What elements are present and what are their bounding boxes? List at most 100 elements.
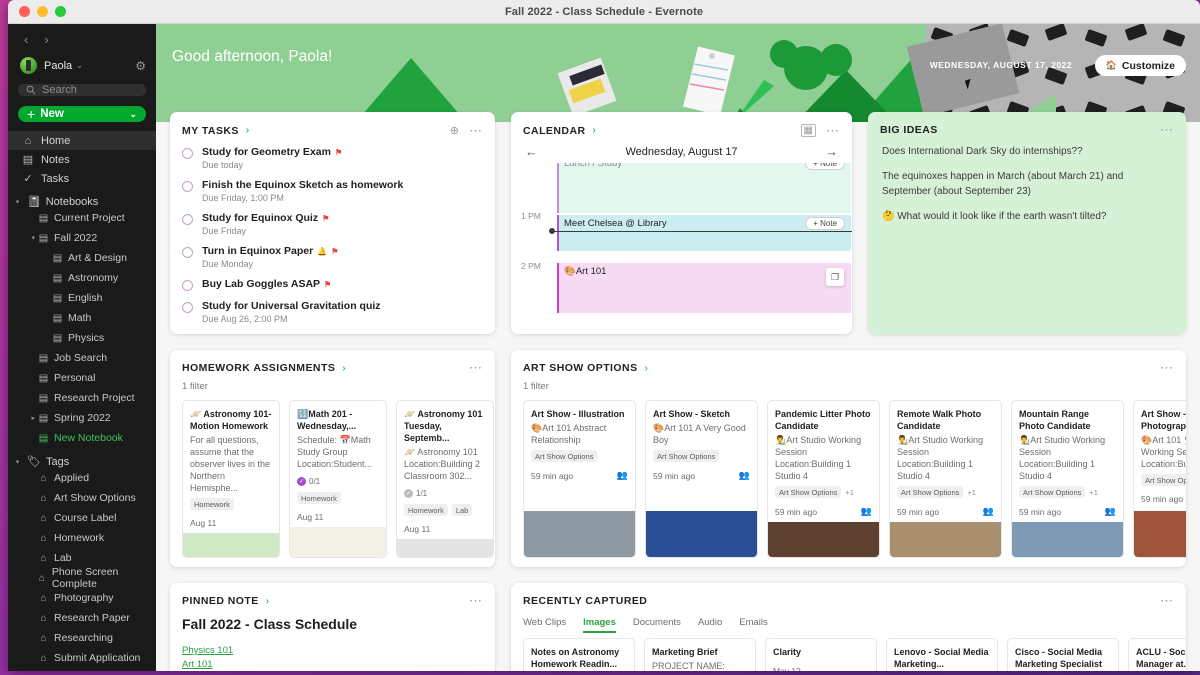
- note-card[interactable]: ACLU - Social Media Manager at...Apply N…: [1128, 638, 1186, 671]
- chevron-right-icon[interactable]: ›: [342, 363, 345, 374]
- note-card[interactable]: Cisco - Social Media Marketing Specialis…: [1007, 638, 1119, 671]
- task-row[interactable]: Finish the Equinox Sketch as homework Due…: [182, 179, 483, 203]
- sidebar-notebook-item[interactable]: ▤ Astronomy: [8, 268, 156, 288]
- note-tag[interactable]: Homework: [297, 492, 341, 504]
- calendar-event[interactable]: Lunch / Study + Note: [557, 163, 851, 213]
- task-check-icon[interactable]: ⊕: [450, 124, 459, 137]
- triangle-icon[interactable]: ▾: [24, 234, 35, 242]
- task-row[interactable]: Study for Geometry Exam ⚑ Due today: [182, 146, 483, 170]
- task-checkbox[interactable]: [182, 214, 193, 225]
- note-tag[interactable]: Lab: [451, 504, 473, 516]
- sidebar-item-home[interactable]: ⌂ Home: [8, 131, 156, 150]
- next-day-button[interactable]: →: [825, 144, 838, 159]
- note-card[interactable]: 🪐 Astronomy 101-Motion Homework For all q…: [182, 400, 280, 558]
- chevron-right-icon[interactable]: ›: [246, 125, 249, 136]
- sidebar-notebook-item[interactable]: ▤ Art & Design: [8, 248, 156, 268]
- search-input[interactable]: Search: [18, 84, 146, 96]
- sidebar-tag-item[interactable]: ⌂ Homework: [8, 528, 156, 548]
- tags-section-header[interactable]: ▾ 🏷 Tags: [8, 455, 156, 469]
- more-icon[interactable]: ⋯: [826, 124, 840, 137]
- note-card[interactable]: Remote Walk Photo Candidate 👨‍🎨Art Studio…: [889, 400, 1002, 558]
- sidebar-notebook-item[interactable]: ▤ English: [8, 288, 156, 308]
- sidebar-notebook-item[interactable]: ▸ ▤ Spring 2022: [8, 408, 156, 428]
- tab-images[interactable]: Images: [583, 617, 616, 633]
- note-card[interactable]: Mountain Range Photo Candidate 👨‍🎨Art Stu…: [1011, 400, 1124, 558]
- sidebar-notebook-item[interactable]: ▤ Job Search: [8, 348, 156, 368]
- task-row[interactable]: Write Artist Bio for Student Art Show: [182, 333, 483, 334]
- calendar-event[interactable]: 🎨Art 101 ❐: [557, 263, 851, 313]
- sidebar-tag-item[interactable]: ⌂ Applied: [8, 468, 156, 488]
- note-card[interactable]: Art Show - Photography 🎨Art 101 👨‍🎨Art St…: [1133, 400, 1186, 558]
- duplicate-icon[interactable]: ❐: [826, 268, 844, 286]
- chevron-down-icon[interactable]: ⌄: [129, 109, 137, 120]
- task-row[interactable]: Buy Lab Goggles ASAP ⚑: [182, 278, 483, 291]
- note-card[interactable]: Art Show - Sketch 🎨Art 101 A Very Good Bo…: [645, 400, 758, 558]
- add-note-button[interactable]: + Note: [805, 217, 845, 230]
- big-ideas-body[interactable]: Does International Dark Sky do internshi…: [868, 136, 1186, 224]
- sidebar-notebook-item[interactable]: ▤ Current Project: [8, 208, 156, 228]
- sidebar-tag-item[interactable]: ⌂ Lab: [8, 548, 156, 568]
- sidebar-tag-item[interactable]: ⌂ Art Show Options: [8, 488, 156, 508]
- gear-icon[interactable]: ⚙: [135, 59, 146, 73]
- note-card[interactable]: 🔢Math 201 - Wednesday,... Schedule: 📅Math…: [289, 400, 387, 558]
- sidebar-notebook-item[interactable]: ▤ Personal: [8, 368, 156, 388]
- tab-web-clips[interactable]: Web Clips: [523, 617, 566, 633]
- prev-day-button[interactable]: ←: [525, 144, 538, 159]
- tab-documents[interactable]: Documents: [633, 617, 681, 633]
- note-card[interactable]: Art Show - Illustration 🎨Art 101 Abstract…: [523, 400, 636, 558]
- calendar-event[interactable]: Meet Chelsea @ Library + Note: [557, 215, 851, 251]
- triangle-icon[interactable]: ▾: [13, 198, 22, 206]
- account-row[interactable]: Paola ⌄ ⚙: [8, 51, 156, 82]
- note-card[interactable]: Pandemic Litter Photo Candidate 👨‍🎨Art St…: [767, 400, 880, 558]
- pinned-note-title[interactable]: Fall 2022 - Class Schedule: [170, 607, 495, 632]
- more-icon[interactable]: ⋯: [1160, 123, 1174, 136]
- note-card[interactable]: Notes on Astronomy Homework Readin...8/1…: [523, 638, 635, 671]
- task-row[interactable]: Study for Universal Gravitation quiz Due …: [182, 300, 483, 324]
- note-tag[interactable]: Art Show Options: [531, 450, 598, 462]
- triangle-icon[interactable]: ▸: [24, 414, 35, 422]
- task-checkbox[interactable]: [182, 280, 193, 291]
- tab-audio[interactable]: Audio: [698, 617, 722, 633]
- more-icon[interactable]: ⋯: [469, 594, 483, 607]
- note-tag[interactable]: Art Show Options: [653, 450, 720, 462]
- note-tag[interactable]: Art Show Options: [1019, 486, 1086, 498]
- triangle-icon[interactable]: ▾: [13, 458, 22, 466]
- sidebar-notebook-item[interactable]: ▤ Physics: [8, 328, 156, 348]
- task-checkbox[interactable]: [182, 148, 193, 159]
- task-row[interactable]: Turn in Equinox Paper 🔔 ⚑ Due Monday: [182, 245, 483, 269]
- more-icon[interactable]: ⋯: [469, 124, 483, 137]
- sidebar-tag-item[interactable]: ⌂ Research Paper: [8, 608, 156, 628]
- note-link[interactable]: Art 101: [170, 659, 495, 670]
- note-tag[interactable]: Art Show Options: [1141, 474, 1186, 486]
- note-tag[interactable]: Art Show Options: [897, 486, 964, 498]
- more-icon[interactable]: ⋯: [1160, 361, 1174, 374]
- note-card[interactable]: Marketing Brief PROJECT NAME: Improvement…: [644, 638, 756, 671]
- note-tag[interactable]: Homework: [190, 498, 234, 510]
- sidebar-tag-item[interactable]: ⌂Video Interview: [8, 668, 156, 671]
- task-row[interactable]: Study for Equinox Quiz ⚑ Due Friday: [182, 212, 483, 236]
- notebooks-section-header[interactable]: ▾ 📓 Notebooks: [8, 195, 156, 209]
- note-card[interactable]: 🪐 Astronomy 101 Tuesday, Septemb... 🪐 Ast…: [396, 400, 494, 558]
- sidebar-item-notes[interactable]: ▤ Notes: [8, 150, 156, 169]
- chevron-down-icon[interactable]: ⌄: [76, 61, 83, 70]
- sidebar-tag-item[interactable]: ⌂ Researching: [8, 628, 156, 648]
- sidebar-tag-item[interactable]: ⌂ Photography: [8, 588, 156, 608]
- chevron-right-icon[interactable]: ›: [266, 596, 269, 607]
- note-card[interactable]: Lenovo - Social Media Marketing...Action…: [886, 638, 998, 671]
- filter-label[interactable]: 1 filter: [511, 374, 1186, 392]
- task-checkbox[interactable]: [182, 302, 193, 313]
- filter-label[interactable]: 1 filter: [170, 374, 495, 392]
- note-tag[interactable]: Art Show Options: [775, 486, 842, 498]
- chevron-right-icon[interactable]: ›: [593, 125, 596, 136]
- task-checkbox[interactable]: [182, 247, 193, 258]
- back-icon[interactable]: ‹: [24, 32, 28, 47]
- sidebar-notebook-item[interactable]: ▤ Math: [8, 308, 156, 328]
- calendar-icon[interactable]: ▦: [800, 124, 816, 137]
- sidebar-notebook-item[interactable]: ▤ Research Project: [8, 388, 156, 408]
- add-note-button[interactable]: + Note: [805, 163, 845, 170]
- sidebar-notebook-item[interactable]: ▾ ▤ Fall 2022: [8, 228, 156, 248]
- task-checkbox[interactable]: [182, 181, 193, 192]
- note-tag[interactable]: Homework: [404, 504, 448, 516]
- sidebar-tag-item[interactable]: ⌂ Submit Application: [8, 648, 156, 668]
- sidebar-item-tasks[interactable]: ✓ Tasks: [8, 169, 156, 188]
